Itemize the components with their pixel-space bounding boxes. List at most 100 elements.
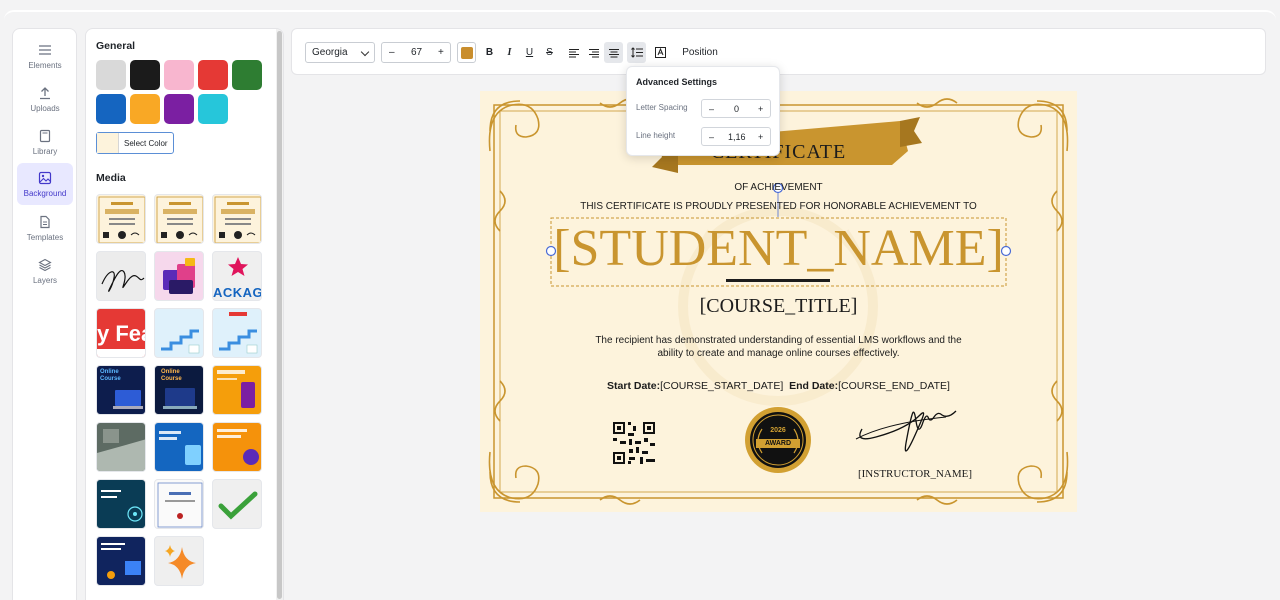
student-name-text[interactable]: [STUDENT_NAME] xyxy=(480,219,1077,279)
certificate-thumbnail-icon xyxy=(157,482,203,528)
steps-illustration-icon xyxy=(161,329,200,354)
media-thumb-signature[interactable] xyxy=(96,251,146,301)
chevron-down-icon xyxy=(360,47,370,57)
letter-spacing-increase-button[interactable]: + xyxy=(758,104,763,114)
checkmark-icon xyxy=(218,491,258,520)
increase-font-size-button[interactable]: + xyxy=(438,47,444,58)
media-thumb-mobile-app[interactable] xyxy=(212,365,262,415)
swatch-amber[interactable] xyxy=(130,94,160,124)
media-thumb-sparkle[interactable] xyxy=(154,536,204,586)
line-spacing-icon xyxy=(630,47,643,58)
swatch-blue[interactable] xyxy=(96,94,126,124)
ai-illustration-icon xyxy=(159,431,201,465)
media-thumb-learning-path[interactable] xyxy=(154,308,204,358)
upload-icon xyxy=(40,86,50,99)
award-label: AWARD xyxy=(764,440,792,447)
position-button[interactable]: Position xyxy=(682,42,718,63)
swatch-light-gray[interactable] xyxy=(96,60,126,90)
align-right-button[interactable] xyxy=(584,42,603,63)
media-thumb-online-course[interactable]: Online Course xyxy=(96,365,146,415)
photo-icon xyxy=(97,429,145,471)
media-thumb-certificate[interactable] xyxy=(154,194,204,244)
bold-button[interactable]: B xyxy=(480,42,499,63)
media-thumb-certificate-blue[interactable] xyxy=(154,479,204,529)
layers-icon xyxy=(38,258,52,271)
align-center-button[interactable] xyxy=(604,42,623,63)
rail-item-label: Elements xyxy=(28,60,62,70)
media-thumb-science[interactable] xyxy=(96,479,146,529)
start-date-value: [COURSE_START_DATE] xyxy=(660,380,784,392)
swatch-cyan[interactable] xyxy=(198,94,228,124)
media-thumb-devices[interactable] xyxy=(154,251,204,301)
rail-item-background[interactable]: Background xyxy=(17,163,73,205)
media-thumb-presentation[interactable] xyxy=(96,536,146,586)
rail-item-layers[interactable]: Layers xyxy=(17,250,73,292)
media-thumb-checkmark[interactable] xyxy=(212,479,262,529)
align-right-icon xyxy=(588,48,599,57)
decrease-font-size-button[interactable]: – xyxy=(389,47,395,58)
italic-button[interactable]: I xyxy=(500,42,519,63)
letter-spacing-decrease-button[interactable]: – xyxy=(709,104,714,114)
text-color-button[interactable] xyxy=(457,42,476,63)
certificate-thumbnail-icon xyxy=(214,196,261,243)
media-thumb-photography[interactable] xyxy=(212,422,262,472)
devices-illustration-icon xyxy=(163,258,195,294)
media-thumb-feature[interactable]: y Fea xyxy=(96,308,146,358)
select-color-button[interactable]: Select Color xyxy=(96,132,174,154)
rail-item-elements[interactable]: Elements xyxy=(17,35,73,77)
swatch-pink[interactable] xyxy=(164,60,194,90)
align-left-button[interactable] xyxy=(564,42,583,63)
media-thumb-certificate[interactable] xyxy=(96,194,146,244)
line-height-label: Line height xyxy=(636,131,676,140)
image-icon xyxy=(38,171,52,184)
media-thumb-package[interactable]: ACKAGE xyxy=(212,251,262,301)
certificate-presented-text[interactable]: THIS CERTIFICATE IS PROUDLY PRESENTED FO… xyxy=(480,201,1077,212)
font-size-value[interactable]: 67 xyxy=(411,47,422,58)
swatch-green[interactable] xyxy=(232,60,262,90)
media-heading: Media xyxy=(96,172,126,184)
line-height-decrease-button[interactable]: – xyxy=(709,132,714,142)
certificate-subtitle[interactable]: OF ACHIEVEMENT xyxy=(480,182,1077,193)
steps-illustration-icon xyxy=(219,312,258,354)
camera-icon xyxy=(217,429,259,465)
rail-item-uploads[interactable]: Uploads xyxy=(17,78,73,120)
letter-spacing-stepper: – 0 + xyxy=(701,99,771,118)
description-line-2[interactable]: ability to create and manage online cour… xyxy=(480,348,1077,359)
document-icon xyxy=(40,215,50,228)
description-line-1[interactable]: The recipient has demonstrated understan… xyxy=(480,335,1077,346)
panel-scrollbar-thumb[interactable] xyxy=(277,31,282,599)
instructor-name-text[interactable]: [INSTRUCTOR_NAME] xyxy=(840,468,990,480)
font-family-select[interactable]: Georgia xyxy=(305,42,375,63)
end-date-value: [COURSE_END_DATE] xyxy=(838,380,950,392)
align-left-icon xyxy=(568,48,579,57)
swatch-purple[interactable] xyxy=(164,94,194,124)
background-panel: General Select Color Media ACKA y Fe Onl… xyxy=(85,28,284,600)
course-title-text[interactable]: [COURSE_TITLE] xyxy=(480,295,1077,318)
underline-button[interactable]: U xyxy=(520,42,539,63)
swatch-black[interactable] xyxy=(130,60,160,90)
certificate-thumbnail-icon xyxy=(98,196,145,243)
rail-item-label: Templates xyxy=(26,232,64,242)
media-thumb-learning-path[interactable] xyxy=(212,308,262,358)
strikethrough-button[interactable]: S xyxy=(540,42,559,63)
presentation-icon xyxy=(101,543,141,579)
advanced-settings-title: Advanced Settings xyxy=(636,77,718,87)
certificate-canvas[interactable]: CERTIFICATE OF ACHIEVEMENT THIS CERTIFIC… xyxy=(480,91,1077,512)
left-rail: Elements Uploads Library Background Temp… xyxy=(12,28,77,600)
line-height-increase-button[interactable]: + xyxy=(758,132,763,142)
swatch-red[interactable] xyxy=(198,60,228,90)
atom-icon xyxy=(101,490,143,522)
media-thumb-certificate[interactable] xyxy=(212,194,262,244)
rail-item-templates[interactable]: Templates xyxy=(17,207,73,249)
advanced-settings-button[interactable] xyxy=(627,42,646,63)
media-thumb-ai-intro[interactable] xyxy=(154,422,204,472)
app-frame: Elements Uploads Library Background Temp… xyxy=(0,0,1280,600)
media-thumb-online-course[interactable]: Online Course xyxy=(154,365,204,415)
letter-spacing-value[interactable]: 0 xyxy=(734,104,739,114)
dates-line[interactable]: Start Date:[COURSE_START_DATE] End Date:… xyxy=(480,380,1077,392)
line-height-value[interactable]: 1,16 xyxy=(728,132,746,142)
media-thumb-photo[interactable] xyxy=(96,422,146,472)
online-course-text: Online Course xyxy=(100,369,121,382)
text-box-button[interactable] xyxy=(651,42,670,63)
rail-item-library[interactable]: Library xyxy=(17,121,73,163)
